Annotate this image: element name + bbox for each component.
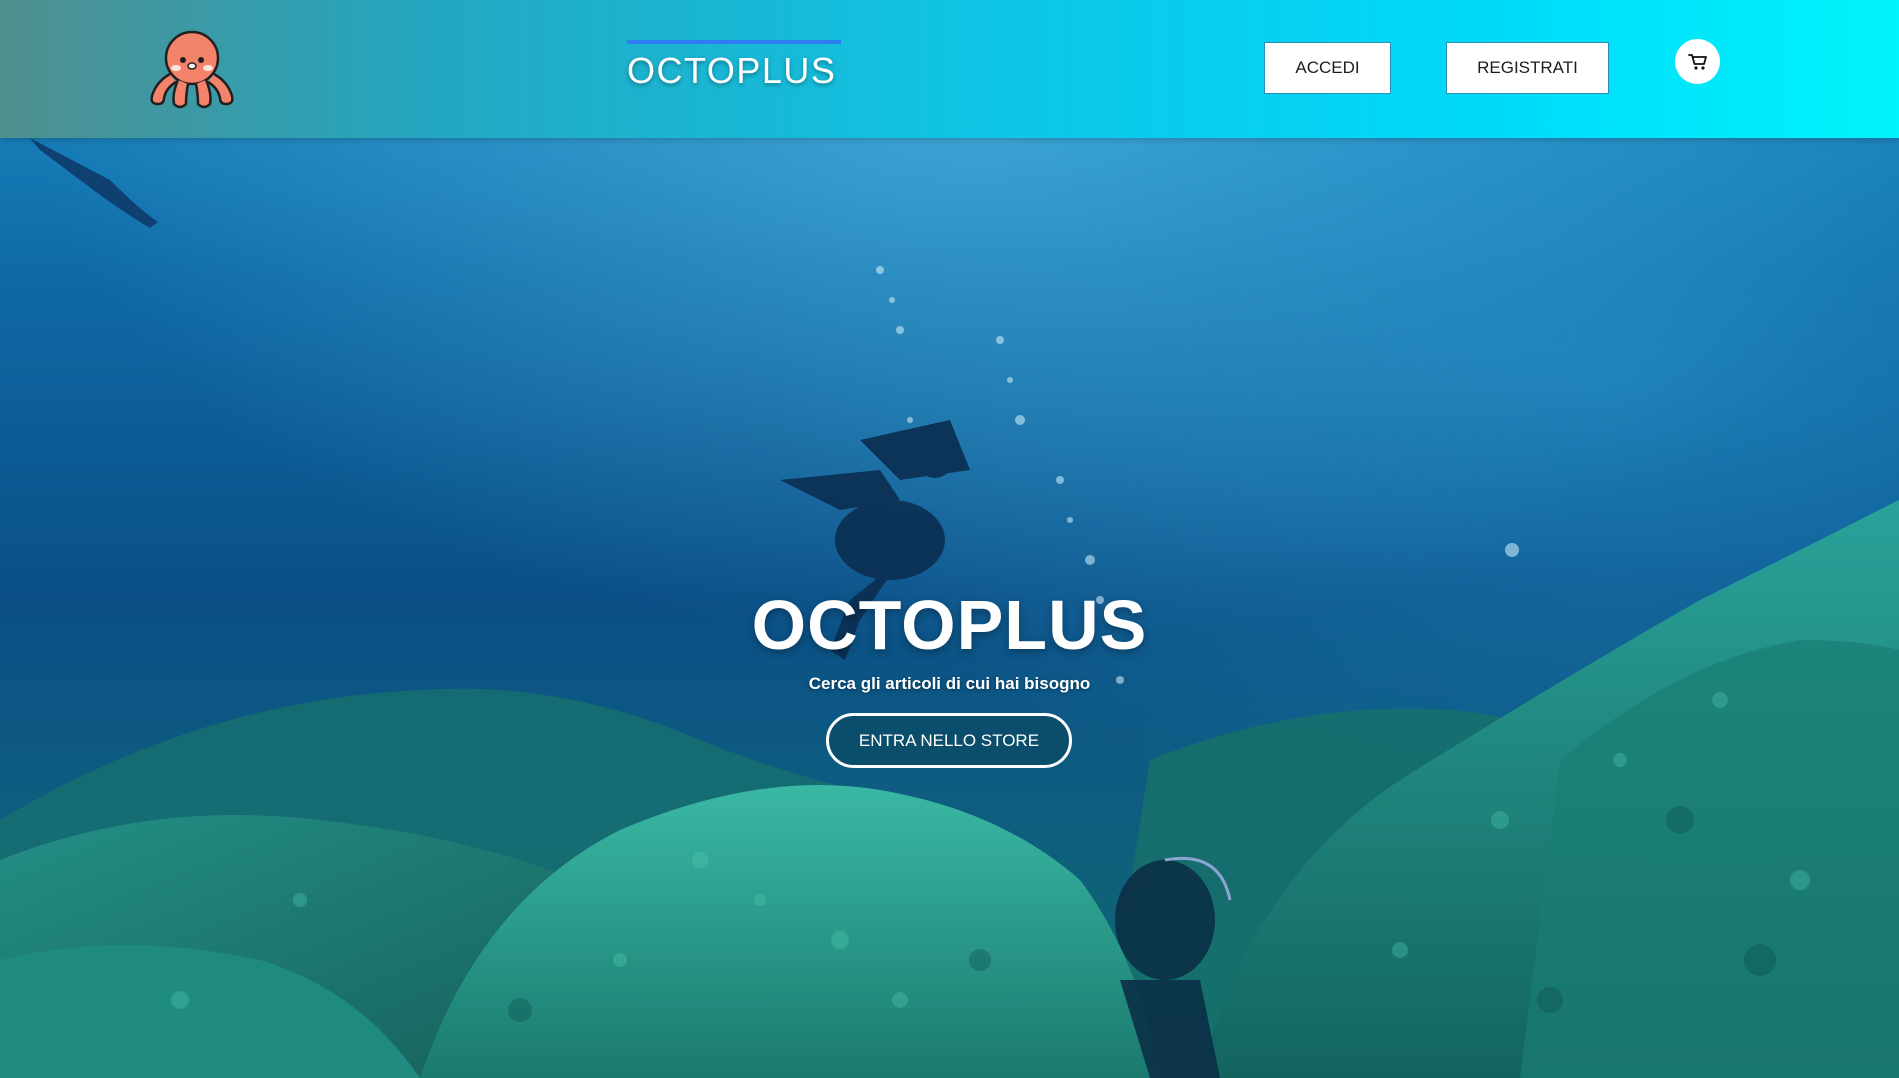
hero-title: OCTOPLUS xyxy=(751,586,1148,664)
cart-button[interactable] xyxy=(1675,39,1720,84)
brand-title: OCTOPLUS xyxy=(627,50,837,91)
hero-subtitle: Cerca gli articoli di cui hai bisogno xyxy=(808,674,1091,693)
site-header: OCTOPLUS ACCEDI REGISTRATI xyxy=(0,0,1899,138)
octopus-logo-icon[interactable] xyxy=(146,24,238,112)
hero-background-image xyxy=(0,0,1899,1078)
login-button[interactable]: ACCEDI xyxy=(1264,42,1391,94)
enter-store-button[interactable]: ENTRA NELLO STORE xyxy=(826,713,1072,768)
shopping-cart-icon xyxy=(1687,53,1707,70)
homepage: OCTOPLUS ACCEDI REGISTRATI OCTOPLUS Cerc… xyxy=(0,0,1899,1078)
register-button[interactable]: REGISTRATI xyxy=(1446,42,1609,94)
brand-nav-item[interactable]: OCTOPLUS xyxy=(627,40,841,92)
